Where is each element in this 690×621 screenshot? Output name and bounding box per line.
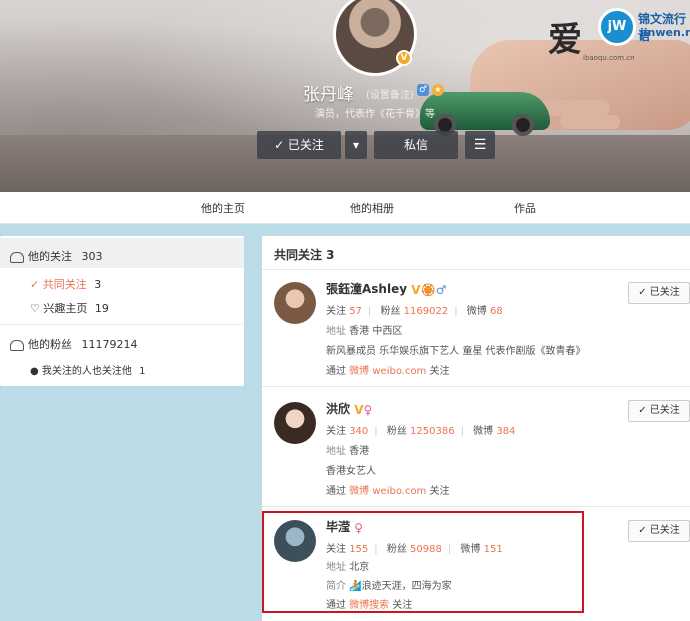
female-icon: ♀ [363, 402, 373, 417]
followed-button[interactable]: ✓ 已关注 [257, 131, 341, 159]
female-icon: ♂ [435, 282, 447, 297]
check-icon: ✓ [30, 278, 43, 291]
user-name[interactable]: 張鈺潼Ashley V🏵♂ [326, 280, 447, 297]
users-icon [10, 339, 24, 351]
panel-title: 共同关注 3 [274, 248, 335, 262]
source-link[interactable]: 微博 weibo.com [349, 366, 426, 377]
message-button[interactable]: 私信 [374, 131, 458, 159]
tab-home[interactable]: 他的主页 [201, 200, 245, 216]
nav-common-following[interactable]: ✓ 共同关注 3 [30, 276, 101, 292]
tab-album[interactable]: 他的相册 [350, 200, 394, 216]
user-stats: 关注 340 | 粉丝 1250386 | 微博 384 [326, 426, 516, 437]
medal-icon: 🏵 [420, 282, 436, 297]
left-nav-panel: 他的关注 303 ✓ 共同关注 3 ♡ 兴趣主页 19 他的粉丝 1117921… [0, 236, 244, 386]
user-name[interactable]: 洪欣 V♀ [326, 400, 372, 417]
verified-badge-icon: V [396, 50, 412, 66]
dot-icon: ● [30, 366, 42, 377]
highlight-box [262, 511, 584, 613]
menu-icon[interactable]: ☰ [465, 131, 495, 159]
source-link[interactable]: 微博 weibo.com [349, 486, 426, 497]
nav-fans[interactable]: 他的粉丝 11179214 [10, 336, 138, 352]
nav-fans-common[interactable]: ● 我关注的人也关注他 1 [30, 362, 145, 377]
male-icon: ♂ [417, 84, 429, 96]
followed-button[interactable]: ✓ 已关注 [628, 520, 690, 542]
site-logo: 爱 jW 锦文流行语 jinwen.net ibaoqu.com.cn [548, 4, 690, 66]
user-address: 地址 香港 中西区 [326, 326, 403, 337]
chevron-down-icon[interactable]: ▾ [345, 131, 367, 159]
user-desc: 香港女艺人 [326, 466, 376, 477]
tab-works[interactable]: 作品 [514, 200, 536, 216]
profile-bio: 演员，代表作《花千骨》等 [315, 109, 435, 120]
profile-name: 张丹峰 [303, 85, 354, 105]
profile-tabs: 他的主页 他的相册 作品 [0, 192, 690, 224]
heart-icon: ♡ [30, 302, 44, 315]
followed-button[interactable]: ✓ 已关注 [628, 400, 690, 422]
followed-button[interactable]: ✓ 已关注 [628, 282, 690, 304]
member-icon: ★ [432, 84, 444, 96]
user-address: 地址 香港 [326, 446, 370, 457]
user-avatar[interactable] [274, 282, 316, 324]
toy-car-image [420, 92, 550, 136]
user-avatar[interactable] [274, 402, 316, 444]
nav-following[interactable]: 他的关注 303 [10, 248, 103, 264]
follow-source: 通过 微博 weibo.com 关注 [326, 366, 450, 377]
set-remark-link[interactable]: (设置备注) [366, 86, 414, 101]
verified-v-icon: V [354, 402, 364, 417]
nav-interest-pages[interactable]: ♡ 兴趣主页 19 [30, 300, 109, 316]
verified-v-icon: V [411, 282, 421, 297]
user-desc: 新风暴成员 乐华娱乐旗下艺人 童星 代表作剧版《致青春》 [326, 346, 586, 357]
user-stats: 关注 57 | 粉丝 1169022 | 微博 68 [326, 306, 503, 317]
users-icon [10, 251, 24, 263]
follow-source: 通过 微博 weibo.com 关注 [326, 486, 450, 497]
